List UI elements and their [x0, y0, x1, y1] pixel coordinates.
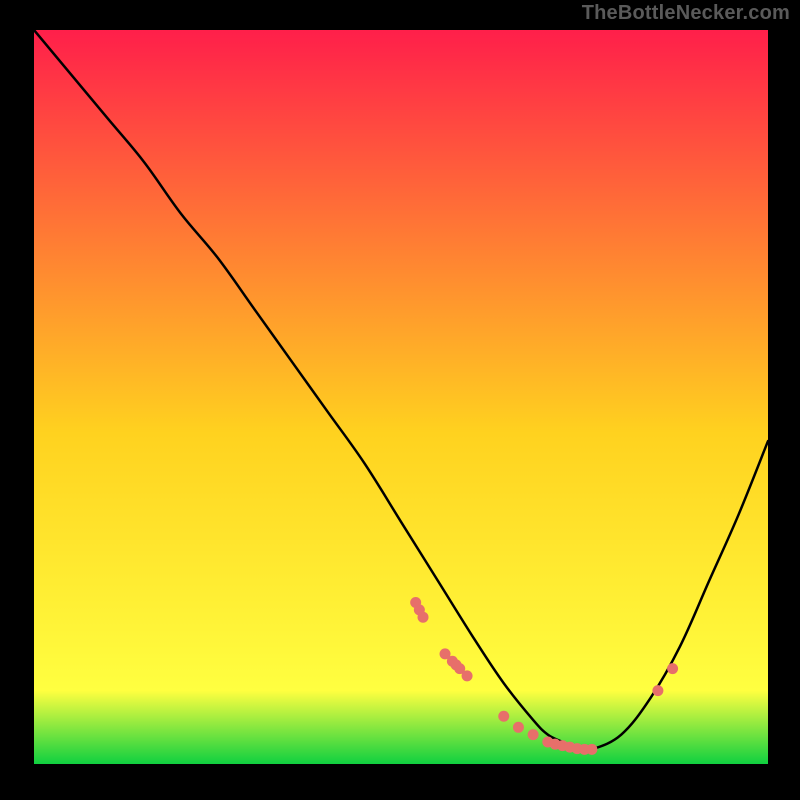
data-marker: [462, 670, 473, 681]
data-marker: [667, 663, 678, 674]
data-marker: [586, 744, 597, 755]
data-marker: [652, 685, 663, 696]
data-marker: [418, 612, 429, 623]
data-marker: [528, 729, 539, 740]
watermark-text: TheBottleNecker.com: [582, 2, 790, 25]
bottleneck-chart: [34, 30, 768, 764]
chart-frame: TheBottleNecker.com: [0, 0, 800, 800]
gradient-background: [34, 30, 768, 764]
data-marker: [513, 722, 524, 733]
plot-area: [34, 30, 768, 764]
data-marker: [498, 711, 509, 722]
